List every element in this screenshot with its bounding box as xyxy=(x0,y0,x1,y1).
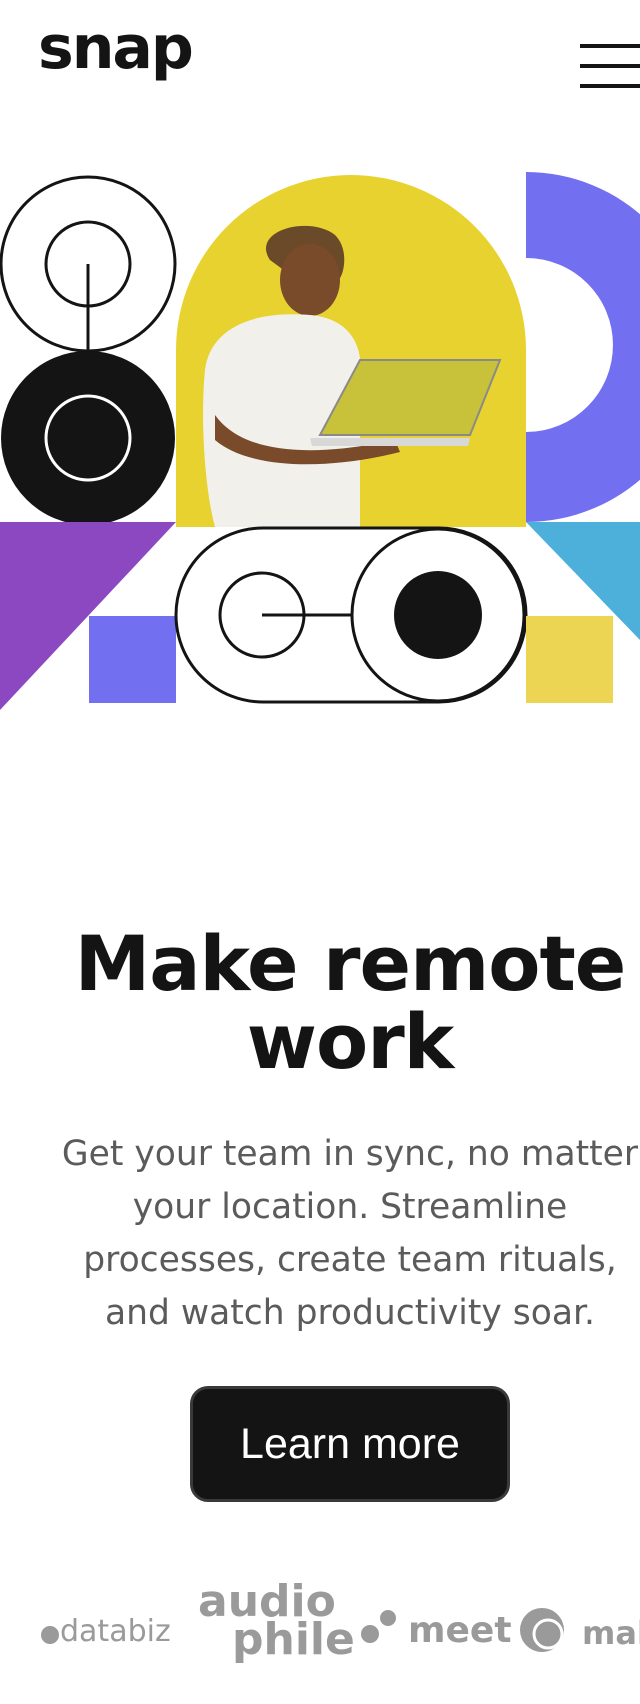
headline-line: work xyxy=(246,997,454,1086)
databiz-dot-icon xyxy=(41,1626,59,1644)
databiz-logo: databiz xyxy=(60,1614,171,1649)
menu-line xyxy=(580,44,640,48)
black-circle xyxy=(1,351,175,525)
headline-line: Make remote xyxy=(74,919,627,1008)
menu-line xyxy=(580,64,640,68)
site-header: snap xyxy=(0,0,640,120)
hero-description: Get your team in sync, no matter your lo… xyxy=(0,1128,640,1340)
violet-square xyxy=(89,616,176,703)
description-line: processes, create team rituals, xyxy=(83,1240,617,1280)
meet-logo: meet xyxy=(408,1610,512,1651)
hamburger-menu-icon[interactable] xyxy=(580,44,640,92)
menu-line xyxy=(580,84,640,88)
audiophile-dots-icon xyxy=(361,1610,396,1643)
description-line: Get your team in sync, no matter xyxy=(61,1134,639,1174)
client-logos: databiz audio phile meet maker xyxy=(0,1570,640,1680)
hero-illustration xyxy=(0,172,640,710)
description-line: and watch productivity soar. xyxy=(105,1293,595,1333)
maker-logo: maker xyxy=(582,1614,640,1652)
gold-square xyxy=(526,616,613,703)
meet-circle-icon xyxy=(520,1608,564,1652)
description-line: your location. Streamline xyxy=(132,1187,568,1227)
learn-more-button[interactable]: Learn more xyxy=(190,1386,510,1502)
snap-logo[interactable]: snap xyxy=(38,18,194,78)
violet-arc-shape xyxy=(526,172,640,522)
pill-black-dot xyxy=(394,571,482,659)
audiophile-logo-bottom: phile xyxy=(232,1614,355,1665)
hero-headline: Make remote work xyxy=(0,925,640,1081)
